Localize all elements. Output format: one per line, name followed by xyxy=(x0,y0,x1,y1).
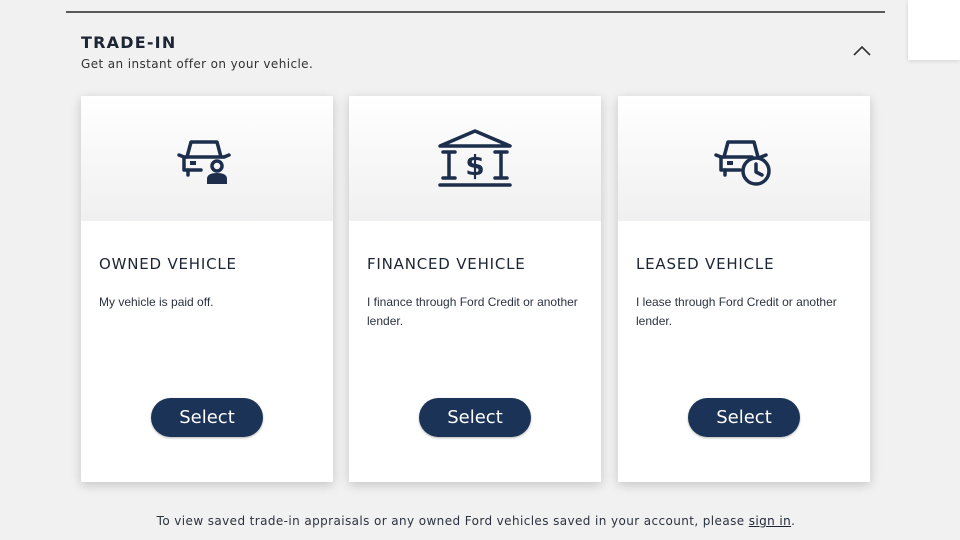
car-clock-icon xyxy=(714,139,771,186)
card-leased-vehicle: LEASED VEHICLE I lease through Ford Cred… xyxy=(618,96,870,482)
section-title: TRADE-IN xyxy=(81,33,177,52)
card-title: FINANCED VEHICLE xyxy=(367,255,526,273)
collapse-chevron-icon[interactable] xyxy=(850,40,874,60)
select-financed-button[interactable]: Select xyxy=(419,398,531,437)
owned-car-icon xyxy=(177,139,231,184)
footer-suffix: . xyxy=(791,514,796,528)
top-divider xyxy=(66,11,885,13)
card-title: OWNED VEHICLE xyxy=(99,255,237,273)
card-icon-area xyxy=(618,96,870,221)
card-owned-vehicle: OWNED VEHICLE My vehicle is paid off. Se… xyxy=(81,96,333,482)
card-financed-vehicle: $ FINANCED VEHICLE I finance through For… xyxy=(349,96,601,482)
footer-note: To view saved trade-in appraisals or any… xyxy=(0,514,952,528)
svg-text:$: $ xyxy=(465,149,484,182)
bank-dollar-icon: $ xyxy=(438,128,512,187)
footer-text: To view saved trade-in appraisals or any… xyxy=(156,514,749,528)
card-title: LEASED VEHICLE xyxy=(636,255,775,273)
sign-in-link[interactable]: sign in xyxy=(749,514,791,528)
card-description: I finance through Ford Credit or another… xyxy=(367,295,578,328)
trade-in-header: TRADE-IN Get an instant offer on your ve… xyxy=(81,33,881,71)
card-icon-area: $ xyxy=(349,96,601,221)
trade-in-options: OWNED VEHICLE My vehicle is paid off. Se… xyxy=(81,96,870,482)
side-panel xyxy=(908,0,960,60)
section-subtitle: Get an instant offer on your vehicle. xyxy=(81,57,314,71)
select-owned-button[interactable]: Select xyxy=(151,398,263,437)
select-leased-button[interactable]: Select xyxy=(688,398,800,437)
card-description: I lease through Ford Credit or another l… xyxy=(636,295,837,328)
card-description: My vehicle is paid off. xyxy=(99,295,214,309)
card-icon-area xyxy=(81,96,333,221)
